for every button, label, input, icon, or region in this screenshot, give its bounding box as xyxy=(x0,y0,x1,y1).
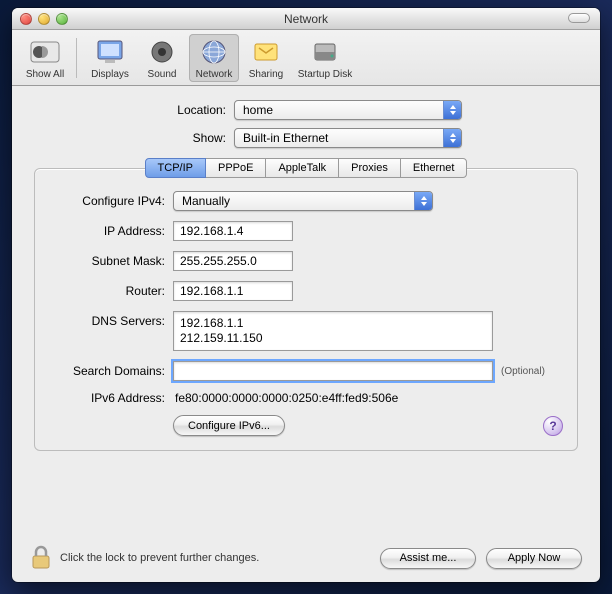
show-value: Built-in Ethernet xyxy=(243,131,328,145)
toolbar: Show All Displays Sound Network Sharing xyxy=(12,30,600,86)
chevron-updown-icon xyxy=(443,129,461,147)
toolbar-displays[interactable]: Displays xyxy=(85,34,135,82)
footer: Click the lock to prevent further change… xyxy=(12,534,600,582)
ip-address-label: IP Address: xyxy=(49,224,173,238)
network-icon xyxy=(198,36,230,68)
dns-servers-field[interactable] xyxy=(173,311,493,351)
toolbar-toggle-button[interactable] xyxy=(568,13,590,23)
toolbar-label: Sound xyxy=(148,69,177,80)
toolbar-separator xyxy=(76,38,77,78)
configure-ipv4-label: Configure IPv4: xyxy=(49,194,173,208)
subnet-mask-field[interactable] xyxy=(173,251,293,271)
help-button[interactable]: ? xyxy=(543,416,563,436)
toolbar-sound[interactable]: Sound xyxy=(137,34,187,82)
configure-ipv4-value: Manually xyxy=(182,194,230,208)
lock-area[interactable]: Click the lock to prevent further change… xyxy=(30,544,370,573)
toolbar-label: Network xyxy=(196,69,233,80)
apply-now-button[interactable]: Apply Now xyxy=(486,548,582,569)
toolbar-label: Startup Disk xyxy=(298,69,352,80)
tab-proxies[interactable]: Proxies xyxy=(338,158,401,178)
ip-address-field[interactable] xyxy=(173,221,293,241)
location-popup[interactable]: home xyxy=(234,100,462,120)
search-domains-field[interactable] xyxy=(173,361,493,381)
content-area: Location: home Show: Built-in Ethernet T… xyxy=(12,86,600,459)
ipv6-address-value: fe80:0000:0000:0000:0250:e4ff:fed9:506e xyxy=(173,391,398,405)
optional-hint: (Optional) xyxy=(501,366,545,377)
sharing-icon xyxy=(250,36,282,68)
network-prefpane-window: Network Show All Displays Sound xyxy=(12,8,600,582)
titlebar: Network xyxy=(12,8,600,30)
toolbar-label: Displays xyxy=(91,69,129,80)
router-field[interactable] xyxy=(173,281,293,301)
chevron-updown-icon xyxy=(443,101,461,119)
tcpip-panel: Configure IPv4: Manually IP Address: Sub… xyxy=(34,168,578,451)
location-value: home xyxy=(243,103,273,117)
tabset: TCP/IP PPPoE AppleTalk Proxies Ethernet xyxy=(34,158,578,178)
toolbar-show-all[interactable]: Show All xyxy=(20,34,70,82)
configure-ipv4-popup[interactable]: Manually xyxy=(173,191,433,211)
ipv6-address-label: IPv6 Address: xyxy=(49,391,173,405)
window-title: Network xyxy=(12,12,600,26)
tab-pppoe[interactable]: PPPoE xyxy=(205,158,266,178)
toolbar-sharing[interactable]: Sharing xyxy=(241,34,291,82)
toolbar-startup-disk[interactable]: Startup Disk xyxy=(293,34,357,82)
configure-ipv6-button[interactable]: Configure IPv6... xyxy=(173,415,285,436)
startup-disk-icon xyxy=(309,36,341,68)
toolbar-network[interactable]: Network xyxy=(189,34,239,82)
tab-appletalk[interactable]: AppleTalk xyxy=(265,158,339,178)
lock-icon xyxy=(30,544,52,573)
toolbar-label: Sharing xyxy=(249,69,283,80)
subnet-mask-label: Subnet Mask: xyxy=(49,254,173,268)
tab-ethernet[interactable]: Ethernet xyxy=(400,158,468,178)
tab-tcpip[interactable]: TCP/IP xyxy=(145,158,206,178)
sound-icon xyxy=(146,36,178,68)
router-label: Router: xyxy=(49,284,173,298)
assist-me-button[interactable]: Assist me... xyxy=(380,548,476,569)
chevron-updown-icon xyxy=(414,192,432,210)
show-label: Show: xyxy=(34,131,234,145)
toolbar-label: Show All xyxy=(26,69,64,80)
show-all-icon xyxy=(29,36,61,68)
displays-icon xyxy=(94,36,126,68)
dns-servers-label: DNS Servers: xyxy=(49,311,173,328)
lock-text: Click the lock to prevent further change… xyxy=(60,552,259,564)
show-popup[interactable]: Built-in Ethernet xyxy=(234,128,462,148)
search-domains-label: Search Domains: xyxy=(49,364,173,378)
location-label: Location: xyxy=(34,103,234,117)
